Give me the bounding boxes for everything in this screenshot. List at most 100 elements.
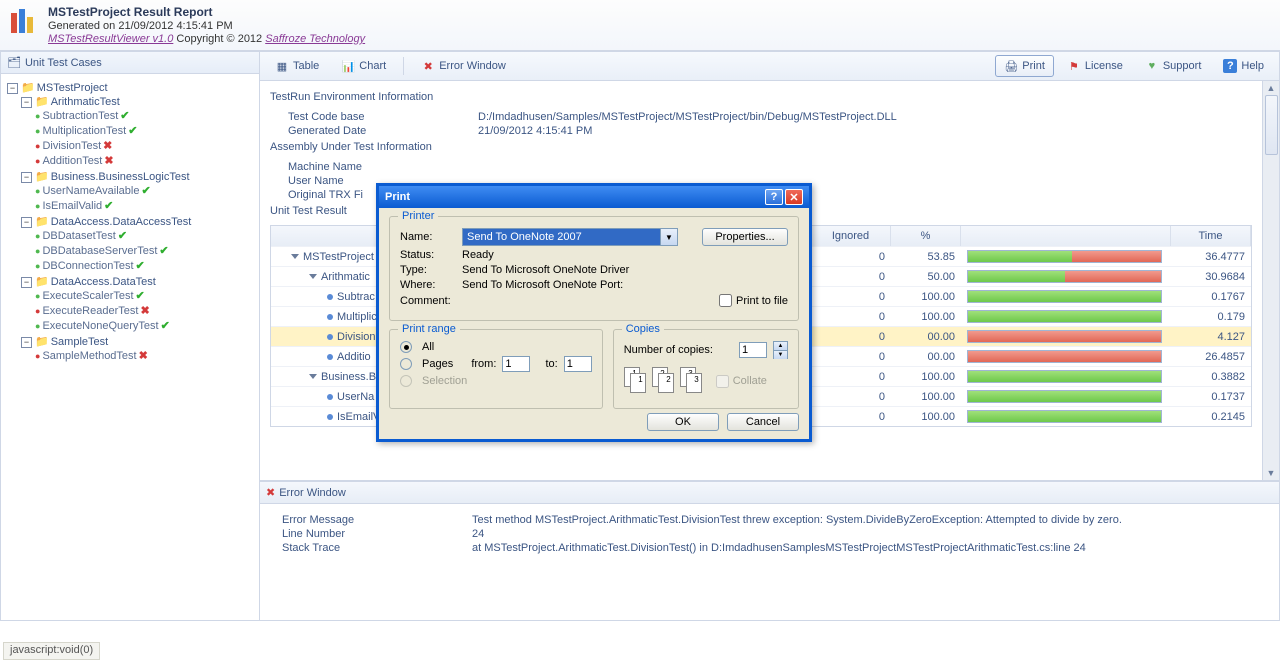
tree-leaf[interactable]: ●DBDatasetTest✔	[35, 228, 255, 243]
printer-select[interactable]: Send To OneNote 2007 ▼	[462, 228, 678, 246]
status-value: Ready	[462, 249, 494, 261]
ok-button[interactable]: OK	[647, 413, 719, 431]
row-name: MSTestProject	[303, 251, 374, 263]
license-label: License	[1085, 60, 1123, 72]
dialog-titlebar[interactable]: Print ? ✕	[379, 186, 809, 208]
tree-leaf[interactable]: ●SubtractionTest✔	[35, 108, 255, 123]
expand-icon[interactable]	[291, 254, 299, 259]
spin-down-icon[interactable]: ▼	[774, 351, 787, 359]
row-ignored: 0	[811, 248, 891, 266]
machine-key: Machine Name	[288, 161, 478, 173]
row-pct: 100.00	[891, 308, 961, 326]
numcopies-input[interactable]	[739, 342, 767, 358]
tree-group[interactable]: −📁ArithmaticTest●SubtractionTest✔●Multip…	[21, 94, 255, 169]
collapse-icon[interactable]: −	[21, 337, 32, 348]
tree-leaf[interactable]: ●AdditionTest✖	[35, 153, 255, 168]
range-pages-radio[interactable]: Pages from: to:	[400, 356, 592, 372]
col-bar[interactable]	[961, 226, 1171, 246]
table-button[interactable]: ▦Table	[266, 55, 328, 77]
vendor-link[interactable]: Saffroze Technology	[265, 33, 365, 45]
tree-leaf[interactable]: ●DBDatabaseServerTest✔	[35, 243, 255, 258]
test-tree[interactable]: −📁MSTestProject−📁ArithmaticTest●Subtract…	[1, 74, 259, 620]
expand-icon[interactable]	[309, 274, 317, 279]
collapse-icon[interactable]: −	[7, 83, 18, 94]
scroll-thumb[interactable]	[1265, 95, 1278, 155]
col-ignored[interactable]: Ignored	[811, 226, 891, 246]
app-title: MSTestProject Result Report	[48, 5, 365, 19]
pass-icon: ✔	[136, 290, 145, 302]
properties-button[interactable]: Properties...	[702, 228, 788, 246]
sidebar: 🗂 Unit Test Cases −📁MSTestProject−📁Arith…	[0, 51, 260, 621]
bullet-icon: ●	[35, 321, 40, 331]
errorwin-button[interactable]: ✖Error Window	[412, 55, 515, 77]
tree-group[interactable]: −📁Business.BusinessLogicTest●UserNameAva…	[21, 169, 255, 214]
help-button[interactable]: ?Help	[1214, 55, 1273, 77]
fail-icon: ✖	[139, 350, 148, 362]
scroll-down-icon[interactable]: ▼	[1267, 468, 1276, 478]
print-button[interactable]: 🖨Print	[995, 55, 1054, 77]
col-pct[interactable]: %	[891, 226, 961, 246]
range-selection-radio: Selection	[400, 375, 592, 387]
to-input[interactable]	[564, 356, 592, 372]
range-all-radio[interactable]: All	[400, 341, 592, 353]
tree-leaf[interactable]: ●MultiplicationTest✔	[35, 123, 255, 138]
row-bar	[961, 387, 1171, 406]
kv-gendate: Generated Date21/09/2012 4:15:41 PM	[288, 125, 1269, 137]
dropdown-icon[interactable]: ▼	[661, 228, 678, 246]
from-input[interactable]	[502, 356, 530, 372]
row-pct: 00.00	[891, 348, 961, 366]
copyright-text: Copyright © 2012	[173, 33, 265, 45]
errmsg-key: Error Message	[282, 514, 472, 526]
question-icon: ?	[771, 191, 778, 203]
collapse-icon[interactable]: −	[21, 277, 32, 288]
tree-leaf[interactable]: ●IsEmailValid✔	[35, 198, 255, 213]
spin-up-icon[interactable]: ▲	[774, 342, 787, 351]
pass-icon: ✔	[159, 245, 168, 257]
license-icon: ⚑	[1067, 59, 1081, 73]
range-pages-label: Pages	[422, 358, 453, 370]
error-title: Error Window	[279, 487, 346, 499]
dialog-close-button[interactable]: ✕	[785, 189, 803, 205]
print-to-file-label: Print to file	[736, 295, 788, 307]
bullet-icon: ●	[35, 351, 40, 361]
collapse-icon[interactable]: −	[21, 217, 32, 228]
toolbar-separator	[403, 57, 404, 75]
gendate-key: Generated Date	[288, 125, 478, 137]
print-to-file-checkbox[interactable]: Print to file	[719, 294, 788, 307]
row-pct: 100.00	[891, 388, 961, 406]
tree-leaf[interactable]: ●DBConnectionTest✔	[35, 258, 255, 273]
tree-leaf[interactable]: ●ExecuteNoneQueryTest✔	[35, 318, 255, 333]
sidebar-title: 🗂 Unit Test Cases	[1, 52, 259, 74]
chart-button[interactable]: 📊Chart	[332, 55, 395, 77]
bullet-icon	[327, 294, 333, 300]
tree-leaf[interactable]: ●UserNameAvailable✔	[35, 183, 255, 198]
col-time[interactable]: Time	[1171, 226, 1251, 246]
dialog-help-button[interactable]: ?	[765, 189, 783, 205]
row-bar	[961, 327, 1171, 346]
env-heading: TestRun Environment Information	[270, 91, 1269, 107]
expand-icon[interactable]	[309, 374, 317, 379]
tree-group[interactable]: −📁DataAccess.DataAccessTest●DBDatasetTes…	[21, 214, 255, 274]
bullet-icon	[327, 334, 333, 340]
support-button[interactable]: ♥Support	[1136, 55, 1211, 77]
tree-leaf[interactable]: ●DivisionTest✖	[35, 138, 255, 153]
license-button[interactable]: ⚑ License	[1058, 55, 1132, 77]
numcopies-spinner[interactable]: ▲▼	[773, 341, 788, 359]
row-bar	[961, 267, 1171, 286]
print-icon: 🖨	[1004, 59, 1018, 73]
collapse-icon[interactable]: −	[21, 172, 32, 183]
tree-leaf[interactable]: ●ExecuteReaderTest✖	[35, 303, 255, 318]
tree-leaf[interactable]: ●SampleMethodTest✖	[35, 348, 255, 363]
print-to-file-input[interactable]	[719, 294, 732, 307]
collapse-icon[interactable]: −	[21, 97, 32, 108]
tree-root-node[interactable]: −📁MSTestProject−📁ArithmaticTest●Subtract…	[7, 80, 255, 365]
vertical-scrollbar[interactable]: ▲ ▼	[1262, 81, 1279, 480]
product-link[interactable]: MSTestResultViewer v1.0	[48, 33, 173, 45]
tree-leaf[interactable]: ●ExecuteScalerTest✔	[35, 288, 255, 303]
tree-group[interactable]: −📁DataAccess.DataTest●ExecuteScalerTest✔…	[21, 274, 255, 334]
cancel-button[interactable]: Cancel	[727, 413, 799, 431]
scroll-up-icon[interactable]: ▲	[1267, 83, 1276, 93]
row-name: Additio	[337, 351, 371, 363]
tree-group[interactable]: −📁SampleTest●SampleMethodTest✖	[21, 334, 255, 364]
printer-selected-value: Send To OneNote 2007	[462, 228, 661, 246]
